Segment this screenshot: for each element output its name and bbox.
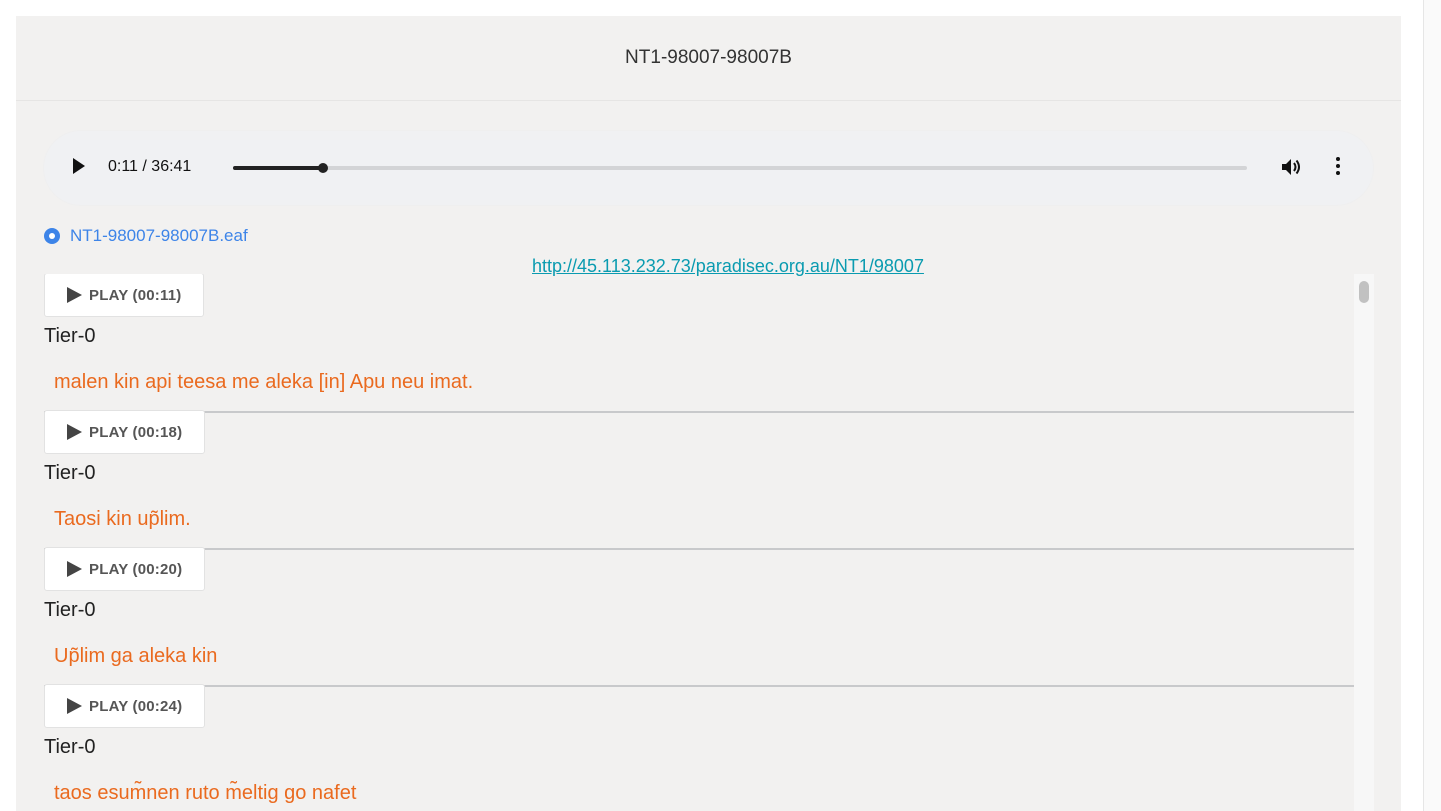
play-segment-button[interactable]: PLAY (00:20) [44, 547, 206, 591]
segment-row: PLAY (00:11) Tier-0 malen kin api teesa … [44, 274, 1354, 413]
audio-player[interactable]: 0:11 / 36:41 [43, 130, 1374, 206]
play-icon [67, 561, 82, 577]
page-edge [1423, 0, 1441, 811]
radio-selected-icon[interactable] [44, 228, 60, 244]
segment-row: PLAY (00:24) Tier-0 taos esum̃nen ruto m… [44, 684, 1354, 811]
segment-row: PLAY (00:20) Tier-0 Up̃lim ga aleka kin [44, 547, 1354, 687]
volume-icon[interactable] [1280, 156, 1302, 178]
audio-time: 0:11 / 36:41 [108, 158, 192, 175]
play-icon[interactable] [73, 158, 85, 174]
tier-label: Tier-0 [44, 462, 96, 484]
play-segment-label: PLAY (00:24) [89, 697, 183, 715]
tier-label: Tier-0 [44, 325, 96, 347]
eaf-file-option[interactable]: NT1-98007-98007B.eaf [44, 226, 248, 246]
segment-list[interactable]: PLAY (00:11) Tier-0 malen kin api teesa … [44, 274, 1354, 811]
utterance-text: Up̃lim ga aleka kin [54, 645, 218, 667]
play-icon [67, 424, 82, 440]
more-options-icon[interactable] [1334, 155, 1342, 179]
play-icon [67, 287, 82, 303]
eaf-file-label: NT1-98007-98007B.eaf [70, 226, 248, 245]
play-segment-label: PLAY (00:11) [89, 286, 182, 304]
page-title: NT1-98007-98007B [16, 16, 1401, 101]
play-segment-label: PLAY (00:20) [89, 560, 183, 578]
utterance-text: malen kin api teesa me aleka [in] Apu ne… [54, 371, 474, 393]
audio-progress-thumb[interactable] [318, 163, 328, 173]
audio-progress-fill [233, 166, 323, 170]
play-segment-button[interactable]: PLAY (00:18) [44, 410, 206, 454]
utterance-text: Taosi kin up̃lim. [54, 508, 191, 530]
segment-row: PLAY (00:18) Tier-0 Taosi kin up̃lim. [44, 410, 1354, 550]
play-icon [67, 698, 82, 714]
play-segment-button[interactable]: PLAY (00:24) [44, 684, 206, 728]
play-segment-button[interactable]: PLAY (00:11) [44, 274, 205, 317]
tier-label: Tier-0 [44, 736, 96, 758]
tier-label: Tier-0 [44, 599, 96, 621]
audio-progress-bar[interactable] [233, 163, 1247, 173]
utterance-text: taos esum̃nen ruto m̃eltig go nafet [54, 782, 357, 804]
scrollbar-thumb[interactable] [1359, 281, 1369, 303]
transcript-panel: NT1-98007-98007B 0:11 / 36:41 NT1-98007-… [16, 16, 1401, 811]
scrollbar[interactable] [1354, 274, 1374, 811]
play-segment-label: PLAY (00:18) [89, 423, 183, 441]
